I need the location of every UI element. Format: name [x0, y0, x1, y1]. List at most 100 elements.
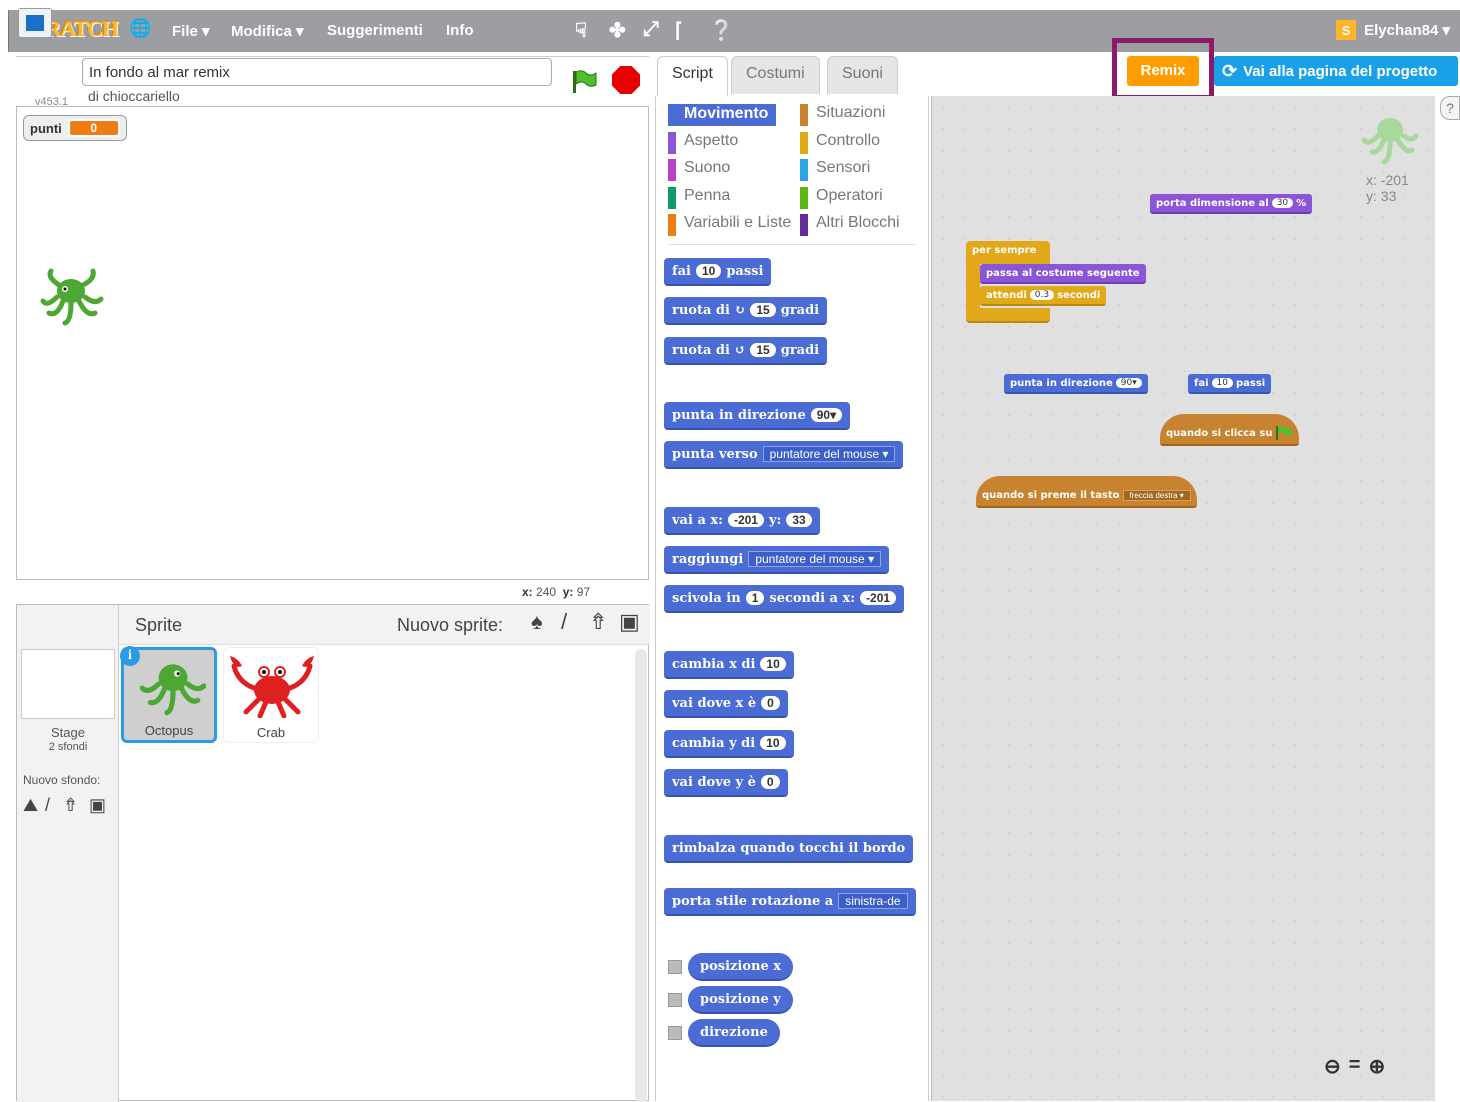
- camera-sprite-icon[interactable]: ▣: [619, 609, 640, 635]
- shrink-icon[interactable]: ⌈: [675, 18, 683, 43]
- octopus-thumb-icon: [139, 664, 206, 716]
- script-block-set-size[interactable]: porta dimensione al 30%: [1150, 194, 1313, 214]
- category-movimento[interactable]: Movimento: [668, 104, 777, 126]
- script-block-when-flag-clicked[interactable]: quando si clicca su: [1160, 414, 1300, 446]
- zoom-reset-icon[interactable]: =: [1349, 1054, 1361, 1079]
- mouse-coordinates: x: 240 y: 97: [522, 585, 591, 599]
- category-situazioni[interactable]: Situazioni: [800, 104, 885, 126]
- category-sensori[interactable]: Sensori: [800, 159, 870, 181]
- block-set-y[interactable]: vai dove y è0: [664, 769, 788, 797]
- block-bounce[interactable]: rimbalza quando tocchi il bordo: [664, 835, 914, 863]
- script-block-next-costume[interactable]: passa al costume seguente: [980, 264, 1146, 284]
- block-turn-left[interactable]: ruota di ↺ 15 gradi: [664, 337, 828, 365]
- help-icon[interactable]: ❔: [709, 18, 734, 43]
- project-title-input[interactable]: [82, 58, 552, 86]
- reporter-direction[interactable]: direzione: [688, 1019, 780, 1047]
- project-page-label: Vai alla pagina del progetto: [1243, 62, 1438, 80]
- stage-label: Stage: [51, 725, 85, 740]
- octopus-sprite-icon[interactable]: [37, 267, 105, 329]
- category-penna[interactable]: Penna: [668, 187, 730, 209]
- forever-label: per sempre: [972, 245, 1037, 256]
- sprite-header: Sprite Nuovo sprite: ♠ / ⇮ ▣: [119, 605, 650, 645]
- block-change-y[interactable]: cambia y di 10: [664, 730, 794, 758]
- menu-suggerimenti[interactable]: Suggerimenti: [327, 22, 423, 39]
- script-block-when-key-pressed[interactable]: quando si preme il tasto freccia destra ▾: [976, 476, 1197, 508]
- checkbox-x-position[interactable]: [668, 960, 682, 974]
- sprite-name: Octopus: [144, 723, 194, 738]
- globe-icon[interactable]: 🌐: [129, 18, 151, 39]
- new-backdrop-label: Nuovo sfondo:: [23, 773, 101, 787]
- tab-suoni[interactable]: Suoni: [827, 56, 898, 94]
- script-block-wait[interactable]: attendi 0.3 secondi: [980, 286, 1107, 306]
- sprite-tile-crab[interactable]: Crab: [223, 647, 319, 743]
- script-block-point-direction[interactable]: punta in direzione 90▾: [1004, 374, 1148, 394]
- delete-icon[interactable]: ✤: [609, 18, 626, 43]
- category-operatori[interactable]: Operatori: [800, 187, 883, 209]
- crab-thumb-icon: [230, 656, 314, 718]
- paint-backdrop-icon[interactable]: /: [45, 795, 50, 816]
- category-controllo[interactable]: Controllo: [800, 132, 880, 154]
- category-divider: [668, 244, 916, 245]
- camera-backdrop-icon[interactable]: ▣: [89, 795, 106, 816]
- menu-modifica[interactable]: Modifica ▾: [231, 22, 304, 40]
- stage-thumbnail[interactable]: [21, 649, 115, 719]
- user-menu[interactable]: S Elychan84 ▾: [1336, 20, 1450, 40]
- remix-button[interactable]: Remix: [1127, 56, 1199, 86]
- duplicate-icon[interactable]: ☟: [575, 18, 587, 43]
- zoom-out-icon[interactable]: ⊖: [1324, 1054, 1341, 1079]
- project-page-button[interactable]: ⟳ Vai alla pagina del progetto: [1214, 56, 1458, 86]
- category-altri-blocchi[interactable]: Altri Blocchi: [800, 214, 900, 236]
- menu-info[interactable]: Info: [446, 22, 474, 39]
- menubar: SCRATCH 🌐 File ▾ Modifica ▾ Suggerimenti…: [8, 10, 1460, 52]
- tab-costumi[interactable]: Costumi: [731, 56, 820, 94]
- sprite-name: Crab: [256, 725, 286, 740]
- block-goto-xy[interactable]: vai a x: -201 y: 33: [664, 507, 820, 535]
- upload-backdrop-icon[interactable]: ⇮: [63, 795, 78, 816]
- block-point-direction[interactable]: punta in direzione 90▾: [664, 402, 851, 430]
- stage-column: Stage 2 sfondi Nuovo sfondo: ⛰ / ⇮ ▣: [17, 605, 119, 1102]
- zoom-controls: ⊖ = ⊕: [1324, 1054, 1385, 1079]
- menu-file[interactable]: File ▾: [172, 22, 210, 40]
- paint-sprite-icon[interactable]: /: [561, 609, 567, 635]
- variable-monitor[interactable]: punti 0: [23, 115, 127, 141]
- zoom-in-icon[interactable]: ⊕: [1368, 1054, 1385, 1079]
- block-change-x[interactable]: cambia x di 10: [664, 651, 794, 679]
- block-move[interactable]: fai 10 passi: [664, 258, 772, 286]
- block-goto[interactable]: raggiungi puntatore del mouse ▾: [664, 546, 890, 574]
- new-sprite-label: Nuovo sprite:: [397, 615, 504, 635]
- user-icon: S: [1336, 20, 1357, 40]
- category-variabili[interactable]: Variabili e Liste: [668, 214, 791, 236]
- sprite-tile-octopus[interactable]: i Octopus: [120, 646, 217, 743]
- category-suono[interactable]: Suono: [668, 159, 730, 181]
- fullscreen-icon: [26, 15, 44, 31]
- block-point-towards[interactable]: punta verso puntatore del mouse ▾: [664, 441, 904, 469]
- sync-icon: ⟳: [1222, 60, 1238, 81]
- block-turn-right[interactable]: ruota di ↻ 15 gradi: [664, 297, 828, 325]
- tab-script[interactable]: Script: [657, 56, 728, 96]
- stop-icon[interactable]: [612, 66, 640, 94]
- block-palette: Movimento Aspetto Suono Penna Variabili …: [655, 96, 929, 1101]
- upload-sprite-icon[interactable]: ⇮: [589, 609, 607, 635]
- fullscreen-button[interactable]: [18, 8, 52, 38]
- block-glide[interactable]: scivola in 1 secondi a x: -201: [664, 585, 905, 613]
- reporter-x-position[interactable]: posizione x: [688, 953, 794, 981]
- variable-value: 0: [67, 119, 120, 137]
- checkbox-direction[interactable]: [668, 1026, 682, 1040]
- checkbox-y-position[interactable]: [668, 993, 682, 1007]
- block-set-x[interactable]: vai dove x è0: [664, 690, 788, 718]
- grow-icon[interactable]: ⤢: [643, 18, 659, 41]
- sprite-x-position: x: -201: [1366, 172, 1409, 188]
- category-aspetto[interactable]: Aspetto: [668, 132, 738, 154]
- sprite-scrollbar[interactable]: [635, 649, 647, 1102]
- script-block-move[interactable]: fai 10 passi: [1188, 374, 1272, 394]
- stage[interactable]: punti 0: [16, 106, 649, 580]
- backdrop-library-icon[interactable]: ⛰: [23, 795, 38, 816]
- sprite-library-icon[interactable]: ♠: [531, 609, 543, 635]
- sprite-y-position: y: 33: [1366, 188, 1397, 204]
- block-rotation-style[interactable]: porta stile rotazione a sinistra-de: [664, 888, 916, 916]
- help-tab-icon[interactable]: ?: [1440, 96, 1460, 120]
- sprite-pane: Stage 2 sfondi Nuovo sfondo: ⛰ / ⇮ ▣ Spr…: [16, 604, 650, 1102]
- green-flag-icon[interactable]: [570, 68, 598, 96]
- reporter-y-position[interactable]: posizione y: [688, 986, 793, 1014]
- script-area[interactable]: x: -201 y: 33 porta dimensione al 30% per…: [931, 96, 1435, 1101]
